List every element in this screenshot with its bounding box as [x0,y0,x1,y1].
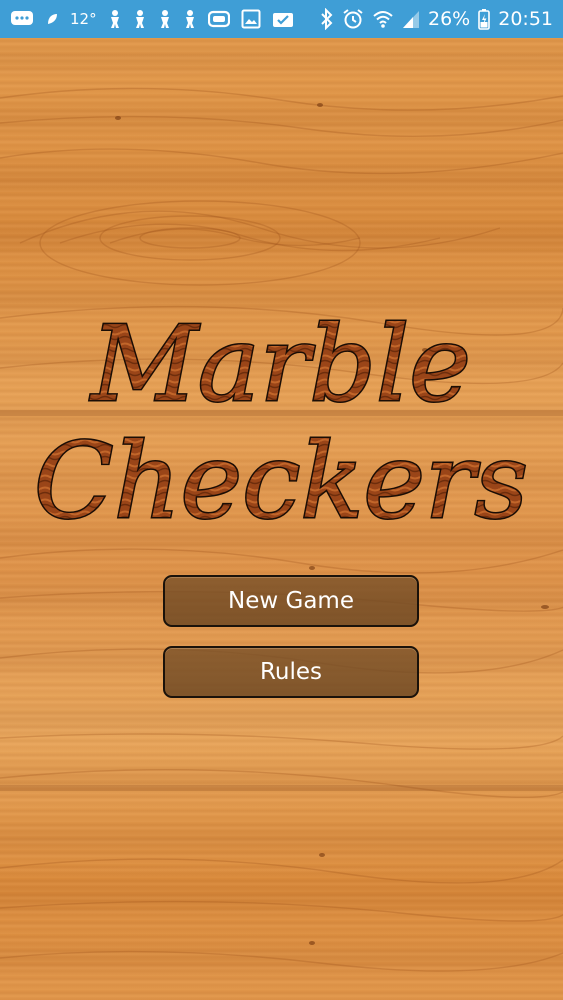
new-game-button[interactable]: New Game [163,575,419,627]
image-icon [241,9,261,29]
title-line-2: Checkers [34,420,528,535]
battery-percent: 26% [428,8,471,30]
game-title: Marble Checkers [0,302,563,544]
status-bar: 12° 26% 20:51 [0,0,563,38]
bluetooth-icon [320,8,334,30]
alarm-icon [342,8,364,30]
temperature-text: 12° [70,10,97,28]
wifi-icon [372,9,394,29]
figure-icon [158,9,172,29]
clock-time: 20:51 [498,8,553,30]
figure-icon [133,9,147,29]
signal-icon [402,9,420,29]
rules-button[interactable]: Rules [163,646,419,698]
leaf-icon [45,11,59,27]
vr-icon [207,10,230,28]
title-line-1: Marble [89,305,471,425]
figure-icon [183,9,197,29]
battery-icon [478,8,491,30]
figure-icon [108,9,122,29]
chat-bubble-icon [10,9,34,29]
clipboard-check-icon [272,9,294,29]
